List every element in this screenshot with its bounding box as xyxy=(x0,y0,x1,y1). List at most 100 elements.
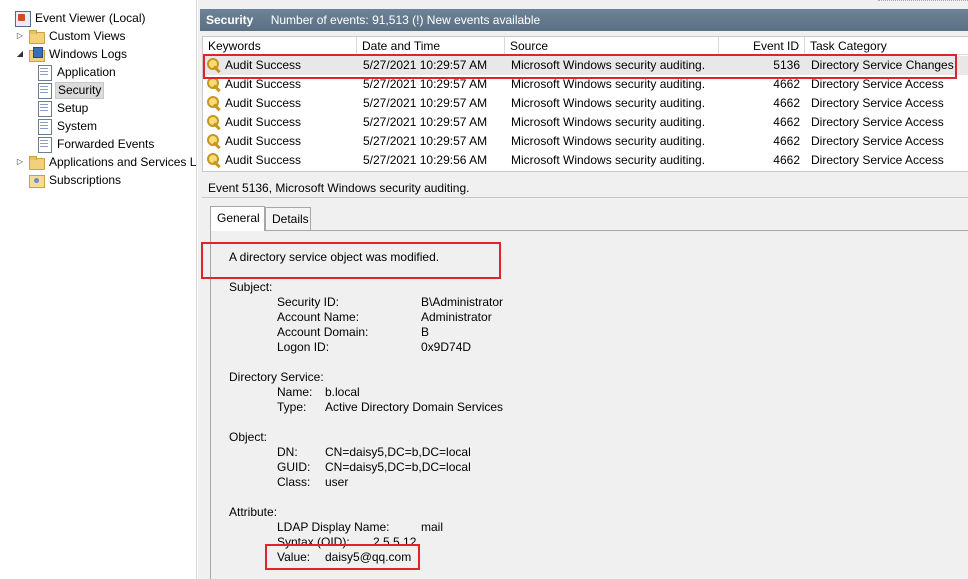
cell-source: Microsoft Windows security auditing. xyxy=(511,153,706,167)
log-icon xyxy=(36,64,52,81)
expand-arrow-icon[interactable]: ▷ xyxy=(14,153,26,171)
event-viewer-icon xyxy=(14,10,31,27)
subscriptions-icon xyxy=(28,172,45,188)
event-description: A directory service object was modified.… xyxy=(210,230,968,579)
folder-icon xyxy=(28,154,45,170)
security-id-value: B\Administrator xyxy=(421,295,504,309)
account-domain-label: Account Domain: xyxy=(277,325,369,339)
ds-name-value: b.local xyxy=(325,385,360,399)
tree-item-label: Setup xyxy=(57,101,89,115)
column-header-source[interactable]: Source xyxy=(505,37,719,55)
security-id-label: Security ID: xyxy=(277,295,340,309)
window-edge xyxy=(878,0,968,3)
column-header-keywords[interactable]: Keywords xyxy=(203,37,357,55)
log-icon xyxy=(36,100,52,117)
cell-source: Microsoft Windows security auditing. xyxy=(511,115,706,129)
tree-item-windows-logs[interactable]: ◢ Windows Logs xyxy=(14,45,129,63)
tree-item-label: Subscriptions xyxy=(49,173,122,187)
ldap-display-name-label: LDAP Display Name: xyxy=(277,520,390,534)
tree-item-label: System xyxy=(57,119,98,133)
event-detail-title: Event 5136, Microsoft Windows security a… xyxy=(202,178,968,198)
cell-event-id: 4662 xyxy=(773,134,800,148)
column-header-event-id[interactable]: Event ID xyxy=(719,37,805,55)
cell-task: Directory Service Access xyxy=(811,115,944,129)
highlight-value xyxy=(265,544,420,570)
cell-event-id: 4662 xyxy=(773,96,800,110)
log-header: Security Number of events: 91,513 (!) Ne… xyxy=(200,9,968,31)
guid-label: GUID: xyxy=(277,460,311,474)
tree-item-application[interactable]: Application xyxy=(36,63,118,81)
tree-item-label: Application xyxy=(57,65,116,79)
log-title: Security xyxy=(206,13,254,27)
tree-item-setup[interactable]: Setup xyxy=(36,99,90,117)
cell-task: Directory Service Access xyxy=(811,96,944,110)
cell-datetime: 5/27/2021 10:29:56 AM xyxy=(363,153,488,167)
ds-name-label: Name: xyxy=(277,385,313,399)
audit-key-icon xyxy=(207,134,223,148)
tree-item-label: Security xyxy=(55,81,105,99)
cell-datetime: 5/27/2021 10:29:57 AM xyxy=(363,96,488,110)
cell-keywords: Audit Success xyxy=(225,96,302,110)
audit-key-icon xyxy=(207,96,223,110)
logon-id-label: Logon ID: xyxy=(277,340,330,354)
dn-value: CN=daisy5,DC=b,DC=local xyxy=(325,445,471,459)
cell-task: Directory Service Access xyxy=(811,153,944,167)
cell-keywords: Audit Success xyxy=(225,134,302,148)
main-pane: Security Number of events: 91,513 (!) Ne… xyxy=(198,0,968,579)
expand-arrow-icon[interactable]: ▷ xyxy=(14,27,26,45)
event-count: Number of events: 91,513 (!) New events … xyxy=(270,13,541,27)
account-domain-value: B xyxy=(421,325,430,339)
cell-task: Directory Service Access xyxy=(811,134,944,148)
event-row[interactable]: Audit Success 5/27/2021 10:29:57 AM Micros… xyxy=(203,132,968,151)
log-icon xyxy=(36,82,52,99)
tree-item-security[interactable]: Security xyxy=(36,81,105,99)
tree-item-label: Custom Views xyxy=(49,29,126,43)
object-heading: Object: xyxy=(229,430,268,444)
attribute-heading: Attribute: xyxy=(229,505,278,519)
event-row[interactable]: Audit Success 5/27/2021 10:29:57 AM Micros… xyxy=(203,94,968,113)
collapse-arrow-icon[interactable]: ◢ xyxy=(14,45,26,63)
class-label: Class: xyxy=(277,475,311,489)
tree-item-custom-views[interactable]: ▷ Custom Views xyxy=(14,27,127,45)
cell-keywords: Audit Success xyxy=(225,153,302,167)
class-value: user xyxy=(325,475,349,489)
audit-key-icon xyxy=(207,153,223,167)
tree-item-label: Windows Logs xyxy=(49,47,128,61)
logon-id-value: 0x9D74D xyxy=(421,340,472,354)
cell-event-id: 4662 xyxy=(773,153,800,167)
tree-item-applications-and-services[interactable]: ▷ Applications and Services L xyxy=(14,153,197,171)
cell-keywords: Audit Success xyxy=(225,115,302,129)
dn-label: DN: xyxy=(277,445,298,459)
subject-heading: Subject: xyxy=(229,280,273,294)
tree-item-label: Event Viewer (Local) xyxy=(35,11,146,25)
column-header-date-time[interactable]: Date and Time xyxy=(357,37,505,55)
cell-source: Microsoft Windows security auditing. xyxy=(511,96,706,110)
column-header-task-category[interactable]: Task Category xyxy=(805,37,968,55)
directory-service-heading: Directory Service: xyxy=(229,370,324,384)
tree-item-event-viewer[interactable]: Event Viewer (Local) xyxy=(0,9,148,27)
highlight-message xyxy=(201,242,501,279)
tab-general[interactable]: General xyxy=(210,206,265,231)
log-icon xyxy=(36,118,52,135)
account-name-label: Account Name: xyxy=(277,310,360,324)
audit-key-icon xyxy=(207,77,223,91)
event-row[interactable]: Audit Success 5/27/2021 10:29:56 AM Micros… xyxy=(203,151,968,170)
tree-item-label: Applications and Services L xyxy=(49,155,197,169)
folder-icon xyxy=(28,28,45,44)
cell-source: Microsoft Windows security auditing. xyxy=(511,134,706,148)
log-icon xyxy=(36,136,52,153)
highlight-selected-event xyxy=(203,54,957,79)
event-row[interactable]: Audit Success 5/27/2021 10:29:57 AM Micros… xyxy=(203,113,968,132)
cell-datetime: 5/27/2021 10:29:57 AM xyxy=(363,115,488,129)
tree-item-subscriptions[interactable]: Subscriptions xyxy=(28,171,123,189)
guid-value: CN=daisy5,DC=b,DC=local xyxy=(325,460,471,474)
folder-icon xyxy=(28,46,45,62)
ds-type-label: Type: xyxy=(277,400,307,414)
tab-details[interactable]: Details xyxy=(265,207,311,230)
tree-item-forwarded-events[interactable]: Forwarded Events xyxy=(36,135,156,153)
cell-datetime: 5/27/2021 10:29:57 AM xyxy=(363,134,488,148)
audit-key-icon xyxy=(207,115,223,129)
cell-event-id: 4662 xyxy=(773,115,800,129)
ds-type-value: Active Directory Domain Services xyxy=(325,400,504,414)
tree-item-system[interactable]: System xyxy=(36,117,99,135)
